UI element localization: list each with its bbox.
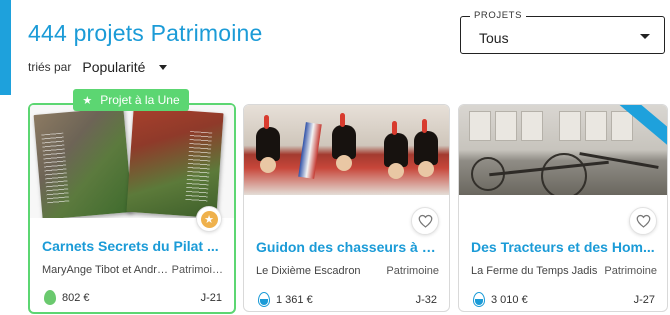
book-cover-right	[126, 106, 224, 218]
egg-blue-icon	[258, 292, 270, 307]
project-title[interactable]: Guidon des chasseurs à c...	[256, 239, 441, 255]
amount-raised: 3 010 €	[473, 292, 528, 307]
amount-raised: 1 361 €	[258, 292, 313, 307]
projects-filter-select[interactable]: PROJETS Tous	[460, 10, 665, 54]
project-owner[interactable]: MaryAnge Tibot et André...	[42, 264, 172, 276]
egg-blue-icon	[473, 292, 485, 307]
project-category: Patrimoine	[171, 264, 224, 276]
project-title[interactable]: Carnets Secrets du Pilat ...	[42, 238, 226, 254]
project-meta: La Ferme du Temps Jadis Patrimoine	[471, 265, 657, 277]
days-left: J-21	[200, 291, 222, 304]
project-image[interactable]	[244, 105, 449, 195]
favorite-button[interactable]	[629, 207, 657, 235]
project-meta: MaryAnge Tibot et André... Patrimoine	[42, 264, 224, 276]
page-title: 444 projets Patrimoine	[28, 20, 263, 46]
amount-raised: 802 €	[44, 290, 90, 305]
featured-badge-label: Projet à la Une	[100, 93, 180, 107]
amount-value: 1 361 €	[276, 293, 313, 306]
favorite-button[interactable]	[411, 207, 439, 235]
star-icon: ★	[200, 210, 218, 228]
featured-badge: ★ Projet à la Une	[73, 89, 189, 111]
project-owner[interactable]: Le Dixième Escadron	[256, 265, 361, 277]
project-stats: 3 010 € J-27	[473, 292, 655, 307]
heart-icon	[636, 214, 650, 228]
project-card[interactable]: ★ Carnets Secrets du Pilat ... MaryAnge …	[28, 103, 236, 314]
caret-down-icon	[640, 34, 650, 39]
egg-green-icon	[44, 290, 56, 305]
filter-value: Tous	[479, 30, 509, 46]
sort-prefix-label: triés par	[28, 60, 72, 74]
left-accent-bar	[0, 0, 11, 95]
project-category: Patrimoine	[604, 265, 657, 277]
sort-control: triés par Popularité	[28, 59, 168, 75]
project-image[interactable]	[30, 105, 234, 218]
days-left: J-27	[633, 293, 655, 306]
days-left: J-32	[415, 293, 437, 306]
project-stats: 1 361 € J-32	[258, 292, 437, 307]
project-title[interactable]: Des Tracteurs et des Hom...	[471, 239, 659, 255]
amount-value: 3 010 €	[491, 293, 528, 306]
heart-icon	[418, 214, 432, 228]
project-card[interactable]: Guidon des chasseurs à c... Le Dixième E…	[243, 104, 450, 312]
sort-dropdown[interactable]: Popularité	[82, 59, 168, 75]
favorite-button[interactable]: ★	[196, 206, 222, 232]
flag-graphic	[298, 122, 322, 179]
sort-value: Popularité	[82, 59, 146, 75]
book-cover-left	[33, 107, 133, 218]
star-icon: ★	[82, 94, 93, 107]
caret-down-icon	[159, 65, 168, 70]
project-card[interactable]: Des Tracteurs et des Hom... La Ferme du …	[458, 104, 668, 312]
amount-value: 802 €	[62, 291, 90, 304]
project-category: Patrimoine	[386, 265, 439, 277]
project-image[interactable]	[459, 105, 667, 195]
project-meta: Le Dixième Escadron Patrimoine	[256, 265, 439, 277]
project-owner[interactable]: La Ferme du Temps Jadis	[471, 265, 597, 277]
project-stats: 802 € J-21	[44, 290, 222, 305]
filter-legend: PROJETS	[470, 10, 527, 21]
